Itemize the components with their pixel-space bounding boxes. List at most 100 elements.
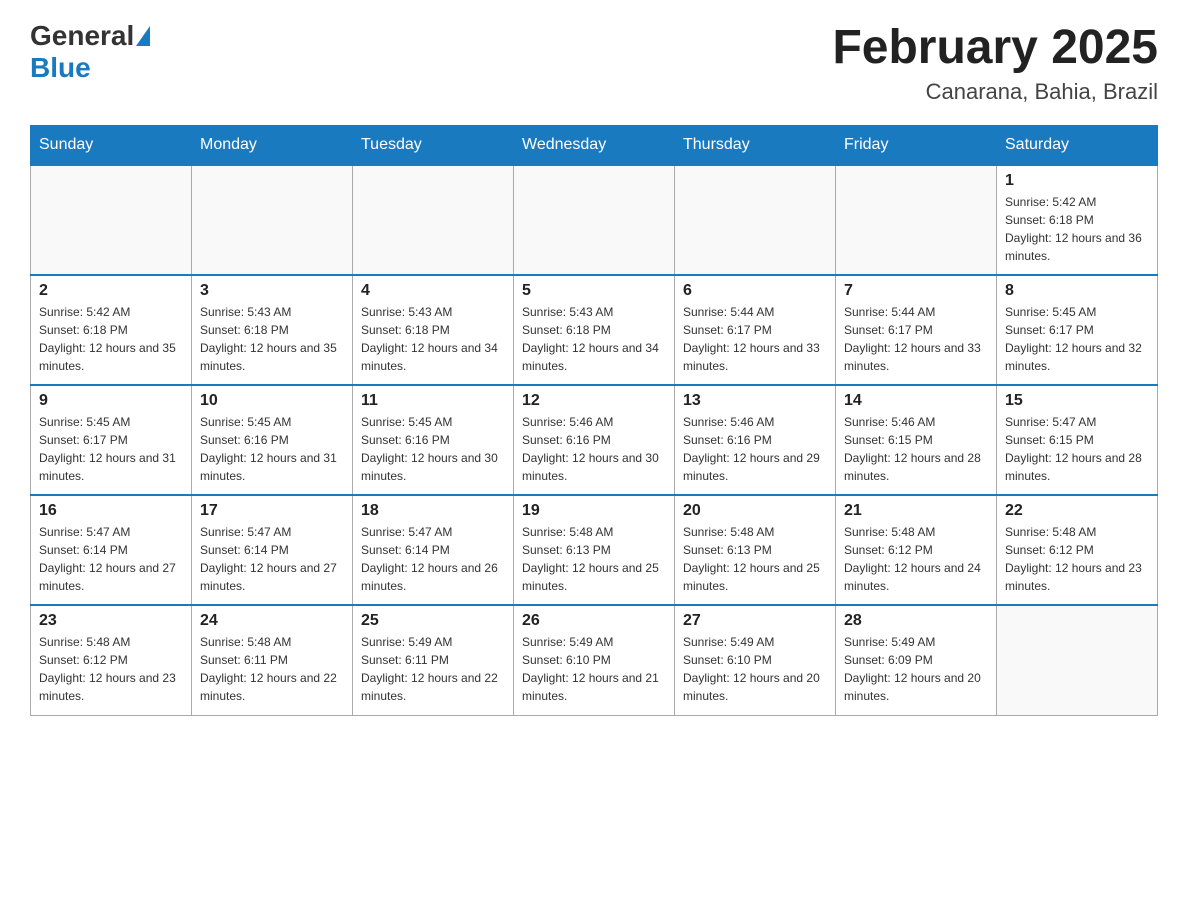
day-info: Sunrise: 5:45 AMSunset: 6:16 PMDaylight:… xyxy=(361,413,505,485)
day-info: Sunrise: 5:46 AMSunset: 6:16 PMDaylight:… xyxy=(522,413,666,485)
weekday-header-row: Sunday Monday Tuesday Wednesday Thursday… xyxy=(31,126,1158,166)
logo-triangle-icon xyxy=(136,26,150,46)
header-saturday: Saturday xyxy=(997,126,1158,166)
day-info: Sunrise: 5:48 AMSunset: 6:12 PMDaylight:… xyxy=(1005,523,1149,595)
logo: General Blue xyxy=(30,20,152,84)
day-number: 26 xyxy=(522,612,666,630)
day-cell: 12 Sunrise: 5:46 AMSunset: 6:16 PMDayligh… xyxy=(514,385,675,495)
day-info: Sunrise: 5:46 AMSunset: 6:16 PMDaylight:… xyxy=(683,413,827,485)
day-info: Sunrise: 5:49 AMSunset: 6:10 PMDaylight:… xyxy=(683,633,827,705)
day-info: Sunrise: 5:48 AMSunset: 6:11 PMDaylight:… xyxy=(200,633,344,705)
day-info: Sunrise: 5:47 AMSunset: 6:14 PMDaylight:… xyxy=(200,523,344,595)
day-info: Sunrise: 5:49 AMSunset: 6:11 PMDaylight:… xyxy=(361,633,505,705)
day-cell: 18 Sunrise: 5:47 AMSunset: 6:14 PMDayligh… xyxy=(353,495,514,605)
header-wednesday: Wednesday xyxy=(514,126,675,166)
day-cell xyxy=(31,165,192,275)
logo-general-text: General xyxy=(30,20,134,52)
day-number: 3 xyxy=(200,282,344,300)
day-cell: 23 Sunrise: 5:48 AMSunset: 6:12 PMDayligh… xyxy=(31,605,192,715)
day-number: 1 xyxy=(1005,172,1149,190)
day-cell: 6 Sunrise: 5:44 AMSunset: 6:17 PMDaylight… xyxy=(675,275,836,385)
day-info: Sunrise: 5:44 AMSunset: 6:17 PMDaylight:… xyxy=(683,303,827,375)
day-info: Sunrise: 5:42 AMSunset: 6:18 PMDaylight:… xyxy=(39,303,183,375)
week-row-3: 9 Sunrise: 5:45 AMSunset: 6:17 PMDaylight… xyxy=(31,385,1158,495)
day-number: 24 xyxy=(200,612,344,630)
day-number: 21 xyxy=(844,502,988,520)
day-cell xyxy=(836,165,997,275)
day-info: Sunrise: 5:42 AMSunset: 6:18 PMDaylight:… xyxy=(1005,193,1149,265)
day-cell: 11 Sunrise: 5:45 AMSunset: 6:16 PMDayligh… xyxy=(353,385,514,495)
day-number: 2 xyxy=(39,282,183,300)
day-info: Sunrise: 5:45 AMSunset: 6:17 PMDaylight:… xyxy=(1005,303,1149,375)
title-section: February 2025 Canarana, Bahia, Brazil xyxy=(832,20,1158,105)
day-info: Sunrise: 5:43 AMSunset: 6:18 PMDaylight:… xyxy=(200,303,344,375)
header-sunday: Sunday xyxy=(31,126,192,166)
day-cell: 7 Sunrise: 5:44 AMSunset: 6:17 PMDaylight… xyxy=(836,275,997,385)
day-cell: 3 Sunrise: 5:43 AMSunset: 6:18 PMDaylight… xyxy=(192,275,353,385)
day-info: Sunrise: 5:48 AMSunset: 6:12 PMDaylight:… xyxy=(844,523,988,595)
page-header: General Blue February 2025 Canarana, Bah… xyxy=(30,20,1158,105)
day-number: 14 xyxy=(844,392,988,410)
day-cell xyxy=(514,165,675,275)
calendar-table: Sunday Monday Tuesday Wednesday Thursday… xyxy=(30,125,1158,716)
day-number: 16 xyxy=(39,502,183,520)
day-number: 8 xyxy=(1005,282,1149,300)
day-number: 9 xyxy=(39,392,183,410)
day-info: Sunrise: 5:47 AMSunset: 6:15 PMDaylight:… xyxy=(1005,413,1149,485)
day-cell: 10 Sunrise: 5:45 AMSunset: 6:16 PMDayligh… xyxy=(192,385,353,495)
day-cell: 26Sunrise: 5:49 AMSunset: 6:10 PMDayligh… xyxy=(514,605,675,715)
day-cell: 27 Sunrise: 5:49 AMSunset: 6:10 PMDayligh… xyxy=(675,605,836,715)
day-info: Sunrise: 5:47 AMSunset: 6:14 PMDaylight:… xyxy=(361,523,505,595)
day-number: 6 xyxy=(683,282,827,300)
day-info: Sunrise: 5:48 AMSunset: 6:12 PMDaylight:… xyxy=(39,633,183,705)
day-number: 18 xyxy=(361,502,505,520)
week-row-1: 1 Sunrise: 5:42 AMSunset: 6:18 PMDaylight… xyxy=(31,165,1158,275)
header-friday: Friday xyxy=(836,126,997,166)
day-info: Sunrise: 5:46 AMSunset: 6:15 PMDaylight:… xyxy=(844,413,988,485)
logo-blue-text: Blue xyxy=(30,52,91,84)
day-cell: 5 Sunrise: 5:43 AMSunset: 6:18 PMDaylight… xyxy=(514,275,675,385)
day-cell: 15 Sunrise: 5:47 AMSunset: 6:15 PMDayligh… xyxy=(997,385,1158,495)
day-number: 25 xyxy=(361,612,505,630)
location: Canarana, Bahia, Brazil xyxy=(832,79,1158,105)
day-number: 23 xyxy=(39,612,183,630)
day-cell: 1 Sunrise: 5:42 AMSunset: 6:18 PMDaylight… xyxy=(997,165,1158,275)
week-row-4: 16 Sunrise: 5:47 AMSunset: 6:14 PMDayligh… xyxy=(31,495,1158,605)
day-info: Sunrise: 5:44 AMSunset: 6:17 PMDaylight:… xyxy=(844,303,988,375)
day-info: Sunrise: 5:48 AMSunset: 6:13 PMDaylight:… xyxy=(522,523,666,595)
day-number: 11 xyxy=(361,392,505,410)
day-info: Sunrise: 5:45 AMSunset: 6:17 PMDaylight:… xyxy=(39,413,183,485)
week-row-5: 23 Sunrise: 5:48 AMSunset: 6:12 PMDayligh… xyxy=(31,605,1158,715)
day-number: 27 xyxy=(683,612,827,630)
day-number: 20 xyxy=(683,502,827,520)
day-info: Sunrise: 5:45 AMSunset: 6:16 PMDaylight:… xyxy=(200,413,344,485)
header-tuesday: Tuesday xyxy=(353,126,514,166)
day-info: Sunrise: 5:43 AMSunset: 6:18 PMDaylight:… xyxy=(361,303,505,375)
day-number: 28 xyxy=(844,612,988,630)
day-cell: 13 Sunrise: 5:46 AMSunset: 6:16 PMDayligh… xyxy=(675,385,836,495)
day-number: 15 xyxy=(1005,392,1149,410)
day-cell: 9 Sunrise: 5:45 AMSunset: 6:17 PMDaylight… xyxy=(31,385,192,495)
day-cell xyxy=(192,165,353,275)
day-cell: 16Sunrise: 5:47 AMSunset: 6:14 PMDayligh… xyxy=(31,495,192,605)
day-cell: 22 Sunrise: 5:48 AMSunset: 6:12 PMDayligh… xyxy=(997,495,1158,605)
day-number: 22 xyxy=(1005,502,1149,520)
day-number: 5 xyxy=(522,282,666,300)
day-info: Sunrise: 5:49 AMSunset: 6:09 PMDaylight:… xyxy=(844,633,988,705)
day-number: 10 xyxy=(200,392,344,410)
day-cell: 25 Sunrise: 5:49 AMSunset: 6:11 PMDayligh… xyxy=(353,605,514,715)
day-cell: 28 Sunrise: 5:49 AMSunset: 6:09 PMDayligh… xyxy=(836,605,997,715)
day-cell xyxy=(353,165,514,275)
day-cell: 2 Sunrise: 5:42 AMSunset: 6:18 PMDaylight… xyxy=(31,275,192,385)
day-cell: 21 Sunrise: 5:48 AMSunset: 6:12 PMDayligh… xyxy=(836,495,997,605)
month-title: February 2025 xyxy=(832,20,1158,75)
day-number: 4 xyxy=(361,282,505,300)
day-info: Sunrise: 5:48 AMSunset: 6:13 PMDaylight:… xyxy=(683,523,827,595)
day-number: 12 xyxy=(522,392,666,410)
day-number: 7 xyxy=(844,282,988,300)
day-cell: 19Sunrise: 5:48 AMSunset: 6:13 PMDayligh… xyxy=(514,495,675,605)
week-row-2: 2 Sunrise: 5:42 AMSunset: 6:18 PMDaylight… xyxy=(31,275,1158,385)
day-number: 13 xyxy=(683,392,827,410)
day-info: Sunrise: 5:43 AMSunset: 6:18 PMDaylight:… xyxy=(522,303,666,375)
day-cell: 20 Sunrise: 5:48 AMSunset: 6:13 PMDayligh… xyxy=(675,495,836,605)
